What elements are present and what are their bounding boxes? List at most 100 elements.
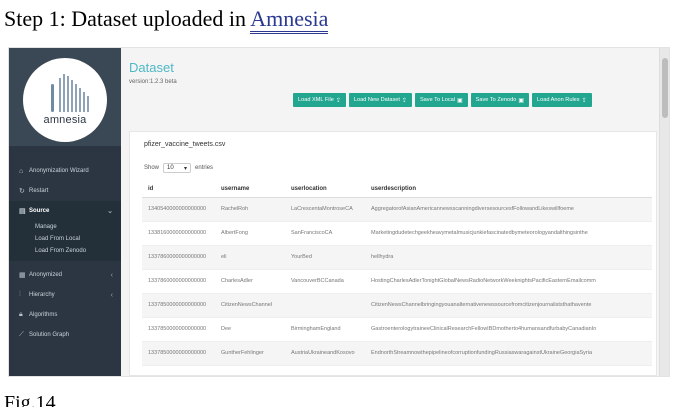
table-row[interactable]: 1337860000000000000 CharlesAdler Vancouv… bbox=[142, 269, 652, 294]
save-to-local-button[interactable]: Save To Local ▣ bbox=[414, 93, 468, 107]
button-label: Load New Dataset bbox=[353, 97, 400, 103]
table-cell: 1338160000000000000 bbox=[142, 221, 215, 246]
save-icon: ▣ bbox=[457, 97, 463, 104]
table-cell: AustriaUkraineandKosovo bbox=[285, 341, 365, 366]
file-icon: ▤ bbox=[19, 208, 26, 215]
table-cell: AlbertFong bbox=[215, 221, 285, 246]
table-cell: 1337860000000000000 bbox=[142, 245, 215, 270]
sidebar-subitem-manage[interactable]: Manage bbox=[9, 221, 121, 233]
table-cell: EndnorthStreamnowthepipelineofcorruption… bbox=[365, 341, 652, 366]
source-submenu: Manage Load From Local Load From Zenodo bbox=[9, 221, 121, 261]
table-cell: 1340540000000000000 bbox=[142, 197, 215, 222]
table-cell: SanFranciscoCA bbox=[285, 221, 365, 246]
button-label: Save To Zenodo bbox=[475, 97, 517, 103]
toolbar: Load XML File ⇪ Load New Dataset ⇪ Save … bbox=[293, 93, 592, 107]
button-label: Load Anon Rules bbox=[536, 97, 580, 103]
table-cell: 1337860000000000000 bbox=[142, 269, 215, 294]
table-cell: 1337850000000000000 bbox=[142, 317, 215, 342]
lock-icon: 🔒︎ bbox=[19, 311, 23, 318]
show-label: Show bbox=[144, 165, 160, 171]
home-icon: ⌂ bbox=[19, 167, 24, 175]
button-label: Save To Local bbox=[419, 97, 455, 103]
dataset-table: id username userlocation userdescription… bbox=[142, 181, 652, 366]
entries-control: Show 10 ▾ entries bbox=[144, 163, 213, 173]
table-cell: BirminghamEngland bbox=[285, 317, 365, 342]
caret-down-icon: ▾ bbox=[184, 165, 188, 172]
sidebar-item-label: Restart bbox=[29, 188, 49, 194]
sidebar-item-source[interactable]: ▤ Source ⌄ bbox=[9, 201, 121, 221]
load-anon-rules-button[interactable]: Load Anon Rules ⇪ bbox=[531, 93, 592, 107]
document-heading: Step 1: Dataset uploaded in Amnesia bbox=[4, 6, 329, 34]
table-cell: CitizenNewsChannelbringingyouanalternati… bbox=[365, 293, 652, 318]
table-cell: CharlesAdler bbox=[215, 269, 285, 294]
table-row[interactable]: 1338160000000000000 AlbertFong SanFranci… bbox=[142, 221, 652, 246]
sidebar-item-label: Hierarchy bbox=[29, 292, 55, 298]
load-new-dataset-button[interactable]: Load New Dataset ⇪ bbox=[348, 93, 412, 107]
column-header-username[interactable]: username bbox=[215, 181, 285, 198]
sidebar-item-label: Algorithms bbox=[29, 312, 58, 318]
entries-select[interactable]: 10 ▾ bbox=[163, 163, 192, 173]
refresh-icon: ↻ bbox=[19, 188, 25, 195]
app-window: amnesia ⌂ Anonymization Wizard ↻ Restart… bbox=[8, 47, 670, 377]
table-cell: YourBed bbox=[285, 245, 365, 270]
save-icon: ▣ bbox=[518, 97, 524, 104]
page-scrollbar[interactable] bbox=[659, 48, 669, 376]
entries-label: entries bbox=[195, 165, 214, 171]
dataset-panel: pfizer_vaccine_tweets.csv Show 10 ▾ entr… bbox=[129, 131, 657, 376]
dataset-file-name: pfizer_vaccine_tweets.csv bbox=[144, 141, 226, 148]
amnesia-logo: amnesia bbox=[23, 58, 107, 142]
sidebar: amnesia ⌂ Anonymization Wizard ↻ Restart… bbox=[9, 48, 121, 376]
upload-icon: ⇪ bbox=[335, 97, 341, 104]
button-label: Load XML File bbox=[298, 97, 334, 103]
sidebar-item-label: Anonymized bbox=[29, 272, 63, 278]
sidebar-item-label: Anonymization Wizard bbox=[29, 168, 89, 174]
save-to-zenodo-button[interactable]: Save To Zenodo ▣ bbox=[470, 93, 529, 107]
table-row[interactable]: 1337850000000000000 CitizenNewsChannel C… bbox=[142, 293, 652, 318]
sidebar-item-restart[interactable]: ↻ Restart bbox=[9, 181, 121, 201]
figure-caption: Fig.14 bbox=[4, 392, 56, 407]
sidebar-item-solution-graph[interactable]: ⟋ Solution Graph bbox=[9, 325, 121, 345]
sidebar-item-label: Solution Graph bbox=[29, 332, 70, 338]
table-row[interactable]: 1337860000000000000 eli YourBed hellhydr… bbox=[142, 245, 652, 270]
table-cell: RachelRoh bbox=[215, 197, 285, 222]
sidebar-item-algorithms[interactable]: 🔒︎ Algorithms bbox=[9, 305, 121, 325]
sidebar-subitem-load-from-local[interactable]: Load From Local bbox=[9, 233, 121, 245]
table-cell: Dee bbox=[215, 317, 285, 342]
main-content: Dataset version:1.2.3 beta Load XML File… bbox=[121, 48, 659, 376]
table-header-row: id username userlocation userdescription bbox=[142, 181, 652, 198]
table-cell: CitizenNewsChannel bbox=[215, 293, 285, 318]
table-row[interactable]: 1340540000000000000 RachelRoh LaCrescent… bbox=[142, 197, 652, 222]
upload-icon: ⇪ bbox=[581, 97, 587, 104]
logo-area: amnesia bbox=[9, 48, 121, 146]
table-cell: hellhydra bbox=[365, 245, 652, 270]
sidebar-item-anonymization-wizard[interactable]: ⌂ Anonymization Wizard bbox=[9, 161, 121, 181]
column-header-id[interactable]: id bbox=[142, 181, 215, 198]
upload-icon: ⇪ bbox=[401, 97, 407, 104]
table-cell: HostingCharlesAdlerTonightGlobalNewsRadi… bbox=[365, 269, 652, 294]
sidebar-item-label: Source bbox=[29, 208, 50, 214]
logo-bars-graphic bbox=[39, 72, 91, 112]
table-cell: VancouverBCCanada bbox=[285, 269, 365, 294]
database-icon: ▦ bbox=[19, 272, 26, 279]
hierarchy-icon: ⫶ bbox=[19, 291, 21, 298]
amnesia-link[interactable]: Amnesia bbox=[250, 6, 329, 34]
column-header-userdescription[interactable]: userdescription bbox=[365, 181, 652, 198]
sidebar-item-hierarchy[interactable]: ⫶ Hierarchy ‹ bbox=[9, 285, 121, 305]
table-row[interactable]: 1337850000000000000 Dee BirminghamEnglan… bbox=[142, 317, 652, 342]
sidebar-nav: ⌂ Anonymization Wizard ↻ Restart ▤ Sourc… bbox=[9, 161, 121, 345]
load-xml-file-button[interactable]: Load XML File ⇪ bbox=[293, 93, 346, 107]
table-cell: eli bbox=[215, 245, 285, 270]
sidebar-item-anonymized[interactable]: ▦ Anonymized ‹ bbox=[9, 265, 121, 285]
table-cell: GastroenterologytraineeClinicalResearchF… bbox=[365, 317, 652, 342]
heading-text: Step 1: Dataset uploaded in bbox=[4, 6, 251, 31]
scrollbar-thumb[interactable] bbox=[662, 58, 668, 118]
sidebar-subitem-load-from-zenodo[interactable]: Load From Zenodo bbox=[9, 245, 121, 257]
column-header-userlocation[interactable]: userlocation bbox=[285, 181, 365, 198]
table-row[interactable]: 1337850000000000000 GuntherFehlinger Aus… bbox=[142, 341, 652, 366]
table-cell: 1337850000000000000 bbox=[142, 341, 215, 366]
chevron-left-icon: ‹ bbox=[110, 271, 113, 279]
version-label: version:1.2.3 beta bbox=[129, 79, 177, 85]
page-title: Dataset bbox=[129, 60, 174, 75]
chart-icon: ⟋ bbox=[19, 331, 24, 338]
table-cell: LaCrescentaMontroseCA bbox=[285, 197, 365, 222]
